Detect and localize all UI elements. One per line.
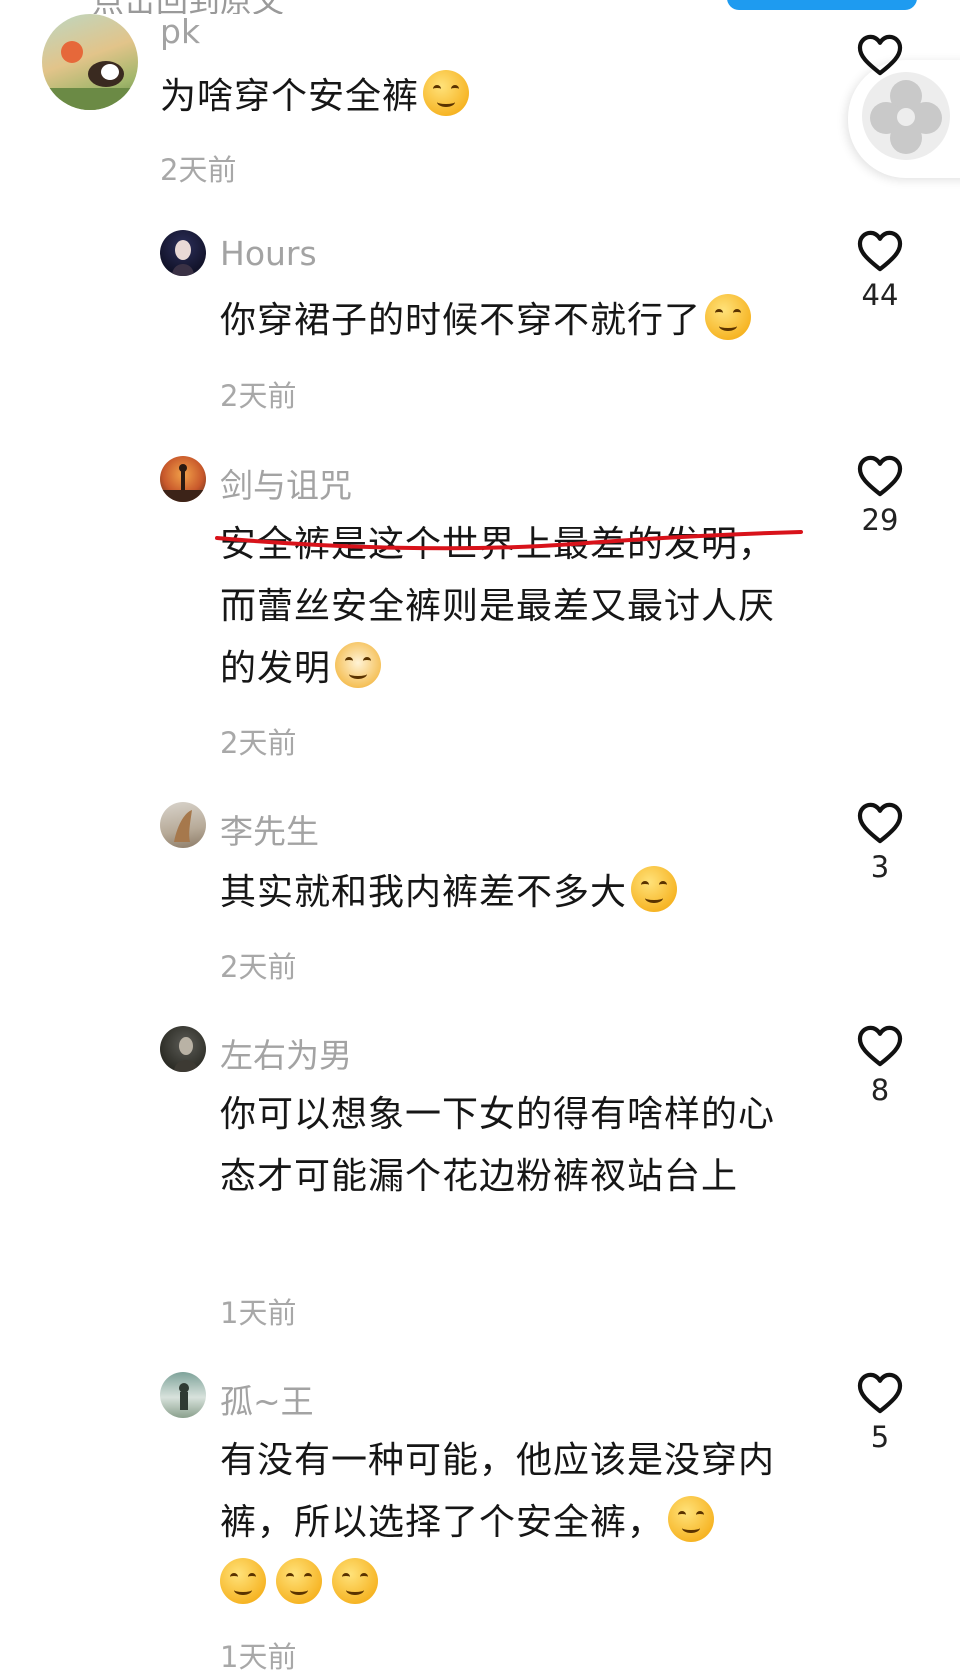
- comment-text: 你可以想象一下女的得有啥样的心态才可能漏个花边粉裤衩站台上: [220, 1094, 776, 1197]
- smirk-emoji: [668, 1496, 715, 1542]
- comment-timestamp: 2天前: [160, 153, 237, 187]
- comment-username[interactable]: Hours: [220, 234, 317, 273]
- red-hand-drawn-underline: [215, 530, 803, 551]
- heart-outline-icon: [857, 1025, 903, 1067]
- comment-text: 为啥穿个安全裤: [160, 66, 750, 128]
- comment-username[interactable]: 左右为男: [220, 1029, 352, 1077]
- comment-username[interactable]: 李先生: [220, 805, 319, 853]
- smirk-emoji: [276, 1558, 322, 1604]
- comment-timestamp: 1天前: [220, 1640, 297, 1674]
- comment-timestamp: 2天前: [220, 379, 297, 413]
- avatar[interactable]: [160, 456, 206, 502]
- like-button[interactable]: [845, 34, 915, 76]
- comment-timestamp: 1天前: [220, 1296, 297, 1330]
- avatar[interactable]: [160, 802, 206, 848]
- avatar[interactable]: [160, 1026, 206, 1072]
- comment-item: pk 为啥穿个安全裤 2天前: [0, 0, 960, 190]
- comment-text: 其实就和我内裤差不多大: [220, 862, 810, 924]
- heart-outline-icon: [857, 34, 903, 76]
- like-button[interactable]: 29: [845, 455, 915, 537]
- smirk-emoji: [220, 1558, 266, 1604]
- avatar[interactable]: [42, 14, 138, 110]
- like-button[interactable]: 3: [845, 802, 915, 884]
- like-button[interactable]: 5: [845, 1372, 915, 1454]
- comment-text: 有没有一种可能，他应该是没穿内裤，所以选择了个安全裤，: [220, 1430, 810, 1616]
- crying-laughing-emoji: [423, 70, 470, 116]
- shiba-dog-emoji: [335, 642, 382, 688]
- like-count: 8: [870, 1073, 890, 1107]
- comment-text: 你穿裙子的时候不穿不就行了: [220, 290, 810, 352]
- like-count: 5: [870, 1420, 890, 1454]
- heart-outline-icon: [857, 1372, 903, 1414]
- heart-outline-icon: [857, 455, 903, 497]
- like-count: 44: [861, 278, 899, 312]
- upside-down-face-emoji: [705, 294, 752, 340]
- comment-username[interactable]: pk: [160, 12, 200, 51]
- heart-outline-icon: [857, 230, 903, 272]
- like-count: 3: [870, 850, 890, 884]
- heart-outline-icon: [857, 802, 903, 844]
- comment-username[interactable]: 剑与诅咒: [220, 459, 352, 507]
- like-button[interactable]: 8: [845, 1025, 915, 1107]
- smirk-emoji: [332, 1558, 378, 1604]
- comment-username[interactable]: 孤~王: [220, 1375, 314, 1423]
- comment-timestamp: 2天前: [220, 950, 297, 984]
- laughing-tears-emoji: [631, 866, 678, 912]
- like-button[interactable]: 44: [845, 230, 915, 312]
- avatar[interactable]: [160, 230, 206, 276]
- avatar[interactable]: [160, 1372, 206, 1418]
- comment-timestamp: 2天前: [220, 726, 297, 760]
- like-count: 29: [861, 503, 899, 537]
